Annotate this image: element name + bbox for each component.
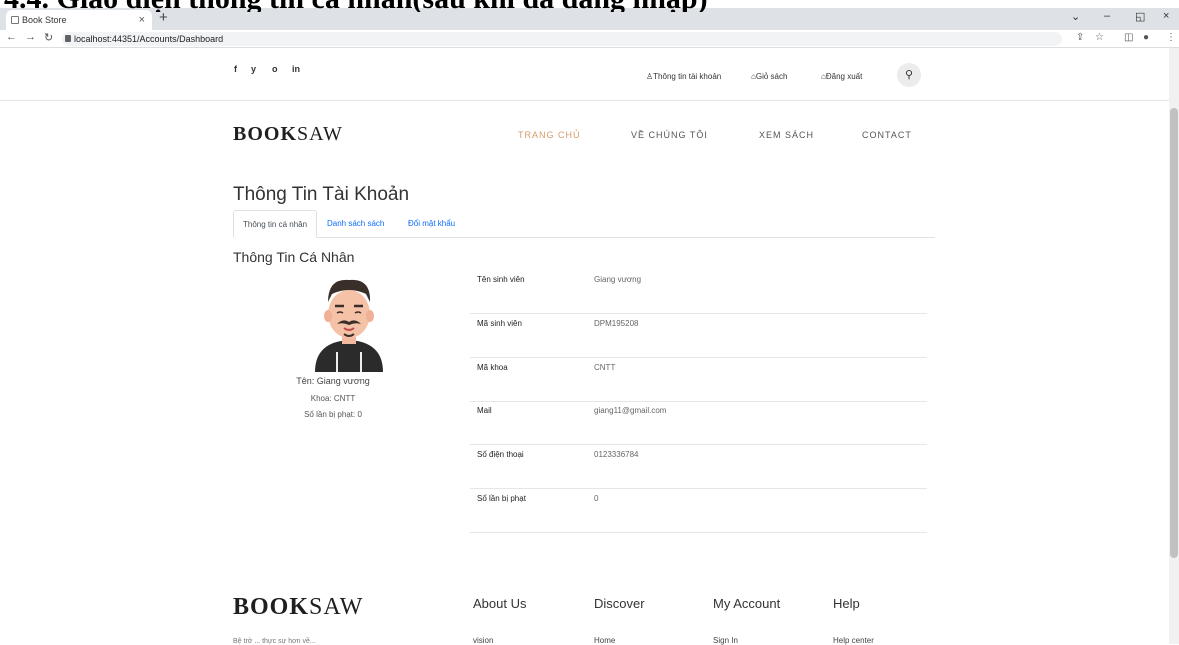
page-title: Thông Tin Tài Khoản (233, 184, 410, 205)
info-row-mail: Mail giang11@gmail.com (470, 401, 927, 445)
close-tab-icon[interactable]: × (139, 10, 145, 30)
info-label: Mã khoa (477, 363, 508, 372)
footer-heading-help: Help (833, 596, 860, 611)
browser-tab-title: Book Store (22, 15, 67, 25)
forward-icon[interactable]: → (25, 31, 36, 43)
browser-menu-icon[interactable]: ⋮ (1166, 32, 1176, 43)
account-link[interactable]: ♙Thông tin tài khoản (646, 72, 721, 81)
scrollbar-thumb[interactable] (1170, 108, 1178, 558)
site-logo[interactable]: BOOKSAW (233, 123, 343, 146)
footer-logo[interactable]: BOOKSAW (233, 594, 363, 621)
info-value: 0123336784 (594, 450, 639, 459)
info-value: CNTT (594, 363, 616, 372)
avatar (315, 279, 383, 372)
logo-bold: BOOK (233, 123, 298, 145)
profile-name: Tên: Giang vương (296, 376, 370, 386)
twitter-icon[interactable]: y (251, 64, 256, 74)
info-row-faculty-code: Mã khoa CNTT (470, 358, 927, 402)
account-tabs: Thông tin cá nhân Danh sách sách Đổi mật… (233, 210, 935, 238)
footer-heading-about: About Us (473, 596, 527, 611)
info-label: Mail (477, 406, 492, 415)
info-label: Tên sinh viên (477, 275, 525, 284)
site-topbar (0, 48, 1169, 101)
facebook-icon[interactable]: f (234, 64, 237, 74)
browser-tab[interactable]: Book Store × (6, 10, 152, 30)
tab-change-password[interactable]: Đổi mật khẩu (399, 210, 464, 238)
lock-icon (65, 35, 71, 42)
info-value: giang11@gmail.com (594, 406, 667, 415)
cart-link-label: Giỏ sách (755, 72, 788, 81)
search-icon: ⚲ (904, 69, 914, 81)
footer-logo-bold: BOOK (233, 594, 310, 620)
url-field[interactable]: localhost:44351/Accounts/Dashboard (62, 32, 1062, 46)
side-panel-icon[interactable]: ◫ (1124, 32, 1133, 43)
menu-about[interactable]: VỀ CHÚNG TÔI (631, 130, 708, 140)
menu-contact[interactable]: CONTACT (862, 130, 912, 140)
info-value: 0 (594, 494, 599, 503)
footer-heading-discover: Discover (594, 596, 645, 611)
info-row-phone: Số điện thoại 0123336784 (470, 445, 927, 489)
logout-link-label: Đăng xuất (825, 72, 863, 81)
youtube-icon[interactable]: o (272, 64, 278, 74)
section-title: Thông Tin Cá Nhân (233, 249, 355, 265)
linkedin-icon[interactable]: in (292, 64, 300, 74)
account-link-label: Thông tin tài khoản (653, 72, 722, 81)
profile-penalties: Số lần bị phạt: 0 (304, 410, 362, 419)
profile-faculty: Khoa: CNTT (310, 394, 356, 403)
cart-link[interactable]: ⌂Giỏ sách (751, 72, 787, 81)
info-row-penalties: Số lần bị phạt 0 (470, 489, 927, 533)
document-heading: 4.4. Giao diện thông tin cá nhân(sau khi… (0, 0, 1179, 12)
info-value: Giang vương (594, 275, 642, 284)
bookmark-star-icon[interactable]: ☆ (1095, 32, 1104, 43)
page-scrollbar[interactable] (1169, 48, 1179, 644)
logout-link[interactable]: ⌂Đăng xuất (821, 72, 862, 81)
menu-home[interactable]: TRANG CHỦ (518, 130, 581, 140)
logo-light: SAW (297, 123, 343, 145)
footer-logo-light: SAW (309, 594, 364, 620)
info-label: Số lần bị phạt (477, 494, 526, 503)
page-favicon-icon (11, 16, 19, 24)
info-row-student-id: Mã sinh viên DPM195208 (470, 314, 927, 358)
info-label: Số điện thoại (477, 450, 524, 459)
info-value: DPM195208 (594, 319, 639, 328)
address-bar-row: ← → ↻ localhost:44351/Accounts/Dashboard… (0, 30, 1179, 48)
menu-books[interactable]: XEM SÁCH (759, 130, 814, 140)
info-label: Mã sinh viên (477, 319, 522, 328)
search-button[interactable]: ⚲ (897, 63, 921, 87)
profile-icon[interactable]: ● (1143, 32, 1149, 43)
info-row-student-name: Tên sinh viên Giang vương (470, 270, 927, 314)
url-text: localhost:44351/Accounts/Dashboard (74, 34, 224, 44)
back-icon[interactable]: ← (6, 31, 17, 43)
reload-icon[interactable]: ↻ (44, 31, 53, 44)
share-icon[interactable]: ⇪ (1076, 32, 1084, 43)
footer-heading-account: My Account (713, 596, 781, 611)
tab-personal-info[interactable]: Thông tin cá nhân (233, 210, 318, 238)
tab-book-list[interactable]: Danh sách sách (318, 210, 393, 238)
